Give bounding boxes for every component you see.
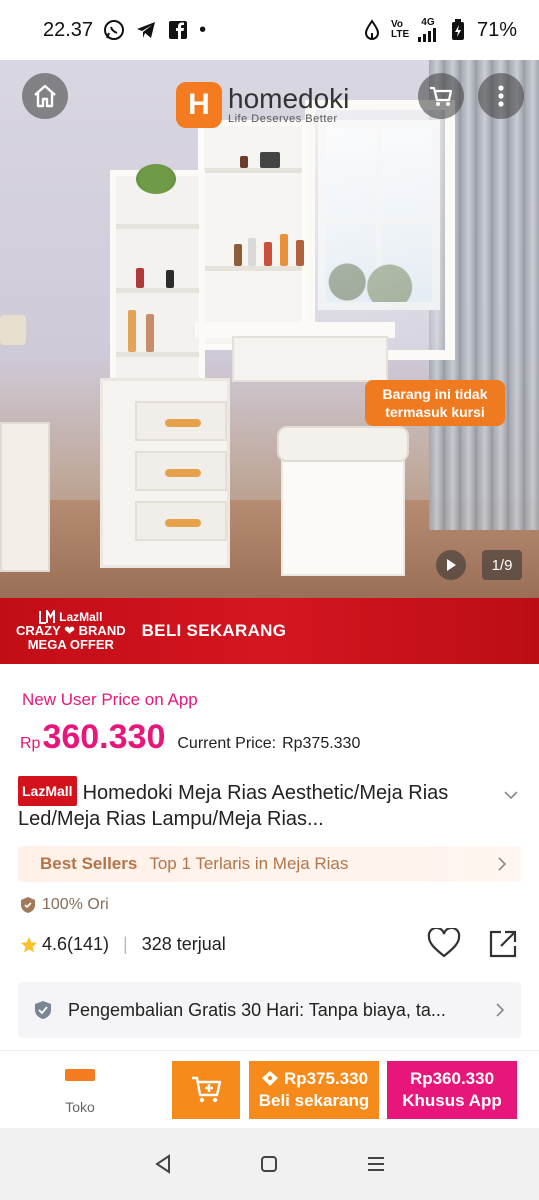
add-to-cart-icon (192, 1076, 222, 1103)
return-shield-icon (35, 1001, 51, 1019)
product-image-carousel[interactable]: H homedoki Life Deserves Better Barang i… (0, 60, 539, 598)
free-returns-text: Pengembalian Gratis 30 Hari: Tanpa biaya… (68, 999, 446, 1020)
notification-dot: • (199, 18, 207, 41)
chevron-down-icon[interactable] (504, 790, 518, 800)
price-row: Rp 360.330 Current Price: Rp375.330 (20, 718, 360, 757)
app-exclusive-label: Khusus App (402, 1091, 502, 1110)
new-user-price: 360.330 (42, 718, 166, 756)
battery-icon (447, 19, 469, 41)
rating-divider: | (123, 934, 128, 954)
app-exclusive-button[interactable]: Rp360.330 Khusus App (387, 1061, 517, 1119)
shop-button[interactable]: Toko (50, 1069, 110, 1115)
volte-label: Vo LTE (390, 19, 410, 40)
more-vertical-icon (498, 85, 504, 107)
brand-logo: H homedoki Life Deserves Better (176, 82, 349, 128)
lazmall-logo: LazMall (39, 610, 102, 624)
whatsapp-icon (103, 19, 125, 41)
app-exclusive-price: Rp360.330 (409, 1069, 495, 1088)
cart-icon (430, 86, 453, 106)
buy-now-label: Beli sekarang (258, 1091, 370, 1110)
facebook-icon (167, 19, 189, 41)
bottom-action-bar: Toko Rp375.330 Beli sekarang Rp360.330 K… (0, 1050, 539, 1128)
shield-icon (21, 897, 35, 913)
buy-now-price: Rp375.330 (283, 1069, 369, 1088)
back-icon[interactable] (152, 1153, 174, 1175)
play-video-button[interactable] (436, 550, 466, 580)
brand-logo-mark: H (176, 82, 222, 128)
telegram-icon (135, 19, 157, 41)
lazmall-label: LazMall (59, 610, 103, 624)
more-options-button[interactable] (478, 73, 524, 119)
promo-line-1: CRAZY ❤ BRAND (16, 623, 126, 638)
authentic-label: 100% Ori (42, 896, 109, 913)
current-price-label: Current Price: (177, 735, 277, 752)
lazmall-badge: LazMall (18, 776, 77, 806)
authentic-badge: 100% Ori (20, 896, 109, 914)
star-icon (21, 936, 37, 952)
best-sellers-banner[interactable]: Best Sellers Top 1 Terlaris in Meja Rias (18, 846, 521, 882)
status-bar: 22.37 • Vo LTE 4G 71% (0, 0, 539, 60)
best-sellers-label: Best Sellers (40, 854, 138, 873)
wishlist-heart-icon[interactable] (427, 928, 461, 958)
rating-row[interactable]: 4.6(141) | 328 terjual (20, 934, 226, 955)
new-user-price-label: New User Price on App (22, 690, 198, 709)
add-to-cart-button[interactable] (172, 1061, 240, 1119)
lazmall-campaign-badge: LazMall CRAZY ❤ BRAND MEGA OFFER (16, 610, 126, 652)
play-icon (447, 559, 456, 571)
current-price: Rp375.330 (282, 735, 361, 752)
promo-banner[interactable]: LazMall CRAZY ❤ BRAND MEGA OFFER BELI SE… (0, 598, 539, 664)
promo-cta: BELI SEKARANG (141, 621, 287, 640)
buy-now-button[interactable]: Rp375.330 Beli sekarang (249, 1061, 379, 1119)
signal-bars-icon (417, 28, 436, 42)
system-navigation-bar (0, 1128, 539, 1200)
shop-label: Toko (65, 1099, 95, 1115)
brand-name: homedoki (228, 83, 350, 114)
image-counter: 1/9 (482, 550, 522, 580)
stool-not-included-note: Barang ini tidak termasuk kursi (365, 380, 505, 426)
chevron-right-icon (498, 857, 507, 871)
cart-button[interactable] (418, 73, 464, 119)
chevron-right-icon (496, 1003, 505, 1017)
price-currency: Rp (20, 735, 41, 752)
share-icon[interactable] (487, 928, 519, 960)
home-nav-icon[interactable] (258, 1153, 280, 1175)
data-saver-icon (361, 19, 383, 41)
signal-indicator: 4G (417, 18, 439, 42)
free-returns-row[interactable]: Pengembalian Gratis 30 Hari: Tanpa biaya… (18, 982, 521, 1038)
sold-count: 328 terjual (141, 934, 226, 954)
promo-line-2: MEGA OFFER (27, 637, 114, 652)
recents-icon[interactable] (365, 1153, 387, 1175)
home-icon (34, 84, 56, 108)
brand-tagline: Life Deserves Better (228, 113, 338, 125)
lazmall-icon (39, 610, 56, 624)
shop-logo (65, 1069, 95, 1081)
best-sellers-text: Top 1 Terlaris in Meja Rias (149, 854, 349, 873)
network-type-label: 4G (421, 17, 435, 28)
battery-percentage: 71% (476, 18, 517, 41)
voucher-icon (261, 1071, 278, 1086)
product-title-row[interactable]: LazMall Homedoki Meja Rias Aesthetic/Meja… (18, 776, 518, 832)
rating-score: 4.6(141) (42, 934, 110, 954)
status-time: 22.37 (43, 18, 94, 41)
product-actions (427, 928, 519, 960)
home-button[interactable] (22, 73, 68, 119)
product-title: Homedoki Meja Rias Aesthetic/Meja Rias L… (18, 782, 449, 830)
